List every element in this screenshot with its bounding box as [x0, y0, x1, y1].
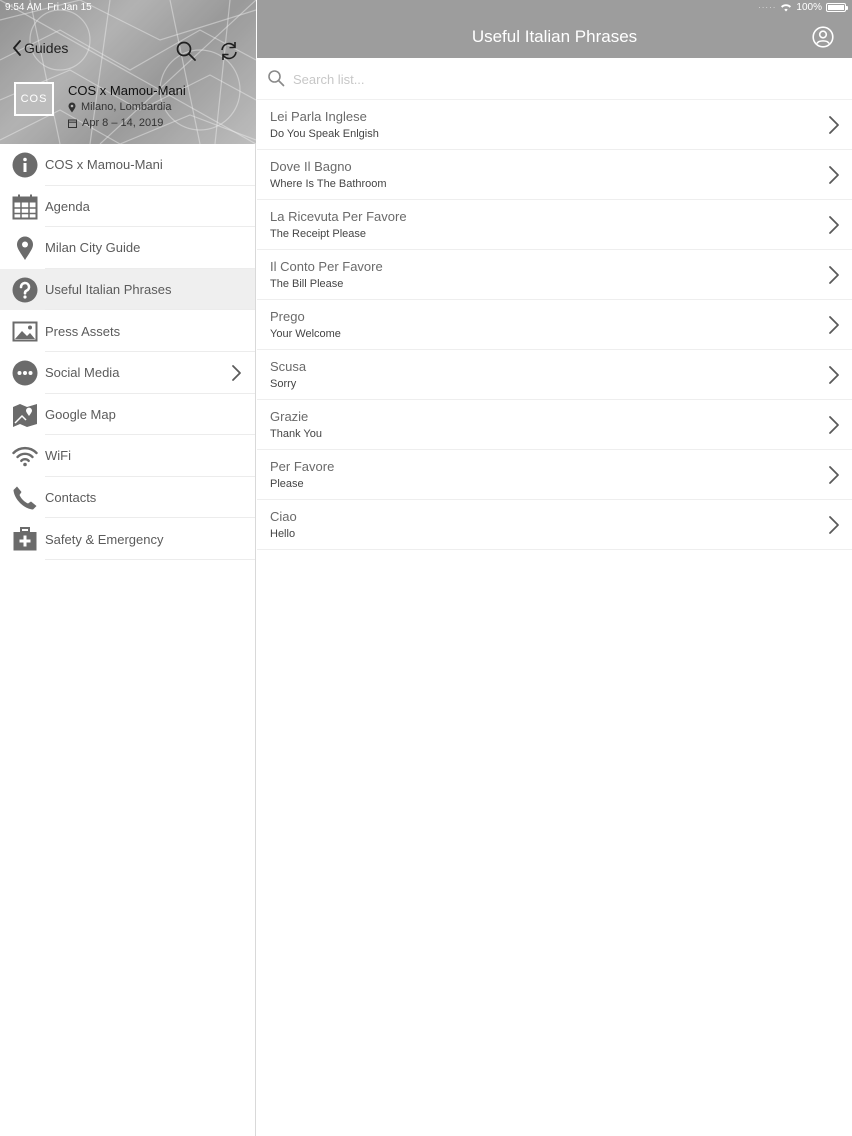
- battery-percent: 100%: [796, 2, 822, 13]
- list-item[interactable]: Grazie Thank You: [257, 400, 852, 450]
- main-panel: Useful Italian Phrases Lei Parla Inglese…: [257, 0, 852, 1136]
- event-location-text: Milano, Lombardia: [81, 101, 172, 113]
- list-item[interactable]: Prego Your Welcome: [257, 300, 852, 350]
- phrase-italian: Grazie: [270, 409, 309, 424]
- wifi-status-icon: [781, 4, 792, 12]
- search-icon: [268, 70, 285, 87]
- phrase-english: The Bill Please: [270, 278, 344, 290]
- list-item[interactable]: Ciao Hello: [257, 500, 852, 550]
- event-header: Guides COS COS x Mamou-Mani Milano, Lomb…: [0, 0, 256, 144]
- sidebar: Guides COS COS x Mamou-Mani Milano, Lomb…: [0, 0, 256, 1136]
- sidebar-item-wifi[interactable]: WiFi: [0, 435, 255, 477]
- sidebar-item-about[interactable]: COS x Mamou-Mani: [0, 144, 255, 186]
- refresh-icon[interactable]: [218, 40, 240, 62]
- page-title: Useful Italian Phrases: [471, 27, 638, 46]
- calendar-icon: [12, 194, 38, 220]
- phrase-english: Do You Speak Enlgish: [270, 128, 379, 140]
- phrase-italian: Lei Parla Inglese: [270, 109, 367, 124]
- sidebar-item-label: Useful Italian Phrases: [45, 282, 172, 298]
- event-info: COS COS x Mamou-Mani Milano, Lombardia A…: [14, 82, 254, 136]
- phrase-english: Sorry: [270, 378, 297, 390]
- chevron-right-icon: [829, 316, 839, 334]
- sidebar-item-social-media[interactable]: Social Media: [0, 352, 255, 394]
- event-title: COS x Mamou-Mani: [68, 83, 186, 98]
- phrase-english: The Receipt Please: [270, 228, 366, 240]
- chevron-left-icon: [13, 40, 21, 56]
- phrase-list: Lei Parla Inglese Do You Speak Enlgish D…: [257, 100, 852, 550]
- back-label: Guides: [24, 40, 69, 56]
- phrase-italian: Dove Il Bagno: [270, 159, 352, 174]
- phrase-english: Thank You: [270, 428, 322, 440]
- sidebar-item-press-assets[interactable]: Press Assets: [0, 310, 255, 352]
- sidebar-item-label: COS x Mamou-Mani: [45, 157, 163, 173]
- phrase-italian: Per Favore: [270, 459, 335, 474]
- chevron-right-icon: [829, 216, 839, 234]
- phrase-english: Where Is The Bathroom: [270, 178, 387, 190]
- sidebar-item-label: Contacts: [45, 490, 97, 506]
- status-bar: 9:54 AM Fri Jan 15 ····· 100%: [0, 0, 852, 16]
- search-icon[interactable]: [175, 40, 197, 62]
- sidebar-item-label: Google Map: [45, 406, 116, 422]
- phrase-italian: Prego: [270, 309, 305, 324]
- chevron-right-icon: [829, 366, 839, 384]
- phone-icon: [13, 486, 37, 510]
- wifi-icon: [12, 447, 38, 467]
- chevron-right-icon: [829, 466, 839, 484]
- phrase-english: Your Welcome: [270, 328, 341, 340]
- question-icon: [12, 277, 38, 303]
- sidebar-item-safety[interactable]: Safety & Emergency: [0, 518, 255, 560]
- chevron-right-icon: [829, 516, 839, 534]
- event-logo: COS: [14, 82, 54, 116]
- chevron-right-icon: [829, 116, 839, 134]
- sidebar-item-label: Safety & Emergency: [45, 531, 164, 547]
- status-right: ····· 100%: [758, 2, 848, 13]
- list-item[interactable]: Dove Il Bagno Where Is The Bathroom: [257, 150, 852, 200]
- first-aid-icon: [13, 527, 37, 551]
- sidebar-toolbar: Guides: [0, 36, 256, 66]
- sidebar-menu: COS x Mamou-Mani Agenda Milan City Guide…: [0, 144, 255, 560]
- chevron-right-icon: [829, 266, 839, 284]
- signal-dots-icon: ·····: [758, 3, 777, 12]
- search-input[interactable]: [293, 68, 833, 90]
- calendar-small-icon: [68, 119, 77, 128]
- event-dates-text: Apr 8 – 14, 2019: [82, 117, 164, 129]
- map-pin-icon: [17, 236, 33, 261]
- phrase-english: Hello: [270, 528, 296, 540]
- more-dots-icon: [12, 360, 38, 386]
- sidebar-item-label: Milan City Guide: [45, 240, 141, 256]
- status-time: 9:54 AM Fri Jan 15: [5, 2, 92, 13]
- battery-icon: [826, 3, 848, 12]
- list-item[interactable]: Per Favore Please: [257, 450, 852, 500]
- list-item[interactable]: Il Conto Per Favore The Bill Please: [257, 250, 852, 300]
- phrase-italian: La Ricevuta Per Favore: [270, 209, 407, 224]
- sidebar-item-label: Social Media: [45, 365, 120, 381]
- phrase-italian: Il Conto Per Favore: [270, 259, 383, 274]
- list-item[interactable]: La Ricevuta Per Favore The Receipt Pleas…: [257, 200, 852, 250]
- info-icon: [12, 152, 38, 178]
- list-item[interactable]: Scusa Sorry: [257, 350, 852, 400]
- map-icon: [13, 403, 37, 427]
- sidebar-item-contacts[interactable]: Contacts: [0, 477, 255, 519]
- chevron-right-icon: [829, 416, 839, 434]
- profile-icon[interactable]: [812, 26, 834, 48]
- location-pin-icon: [68, 102, 76, 112]
- event-location: Milano, Lombardia: [68, 101, 172, 113]
- chevron-right-icon: [829, 166, 839, 184]
- back-button[interactable]: Guides: [12, 40, 68, 56]
- phrase-italian: Scusa: [270, 359, 307, 374]
- sidebar-item-phrases[interactable]: Useful Italian Phrases: [0, 268, 255, 311]
- search-bar: [257, 58, 852, 100]
- sidebar-item-city-guide[interactable]: Milan City Guide: [0, 227, 255, 269]
- phrase-english: Please: [270, 478, 304, 490]
- sidebar-item-label: Agenda: [45, 198, 90, 214]
- event-dates: Apr 8 – 14, 2019: [68, 117, 163, 129]
- image-icon: [12, 321, 38, 342]
- sidebar-item-label: WiFi: [45, 448, 71, 464]
- sidebar-item-agenda[interactable]: Agenda: [0, 186, 255, 228]
- chevron-right-icon: [232, 365, 241, 381]
- list-item[interactable]: Lei Parla Inglese Do You Speak Enlgish: [257, 100, 852, 150]
- sidebar-item-label: Press Assets: [45, 323, 121, 339]
- sidebar-item-google-map[interactable]: Google Map: [0, 394, 255, 436]
- phrase-italian: Ciao: [270, 509, 297, 524]
